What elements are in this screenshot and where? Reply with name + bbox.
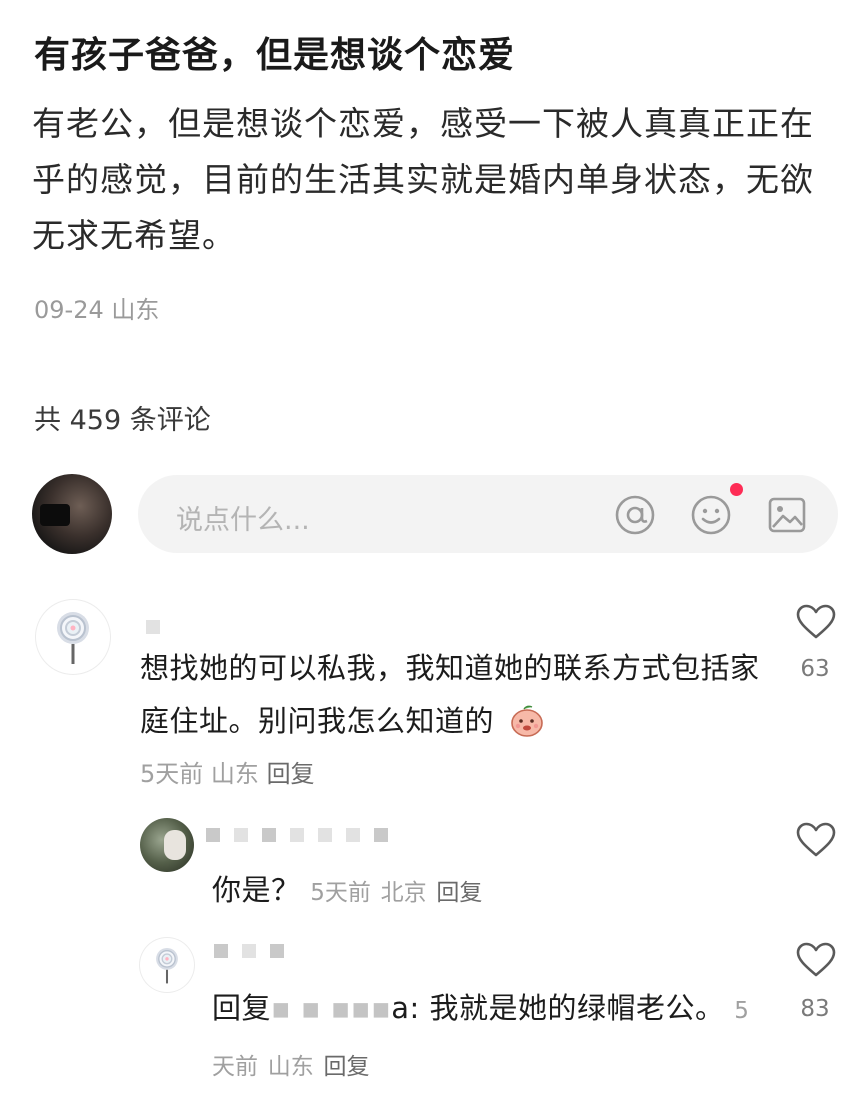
reply-target-masked[interactable]: ▪ ▪ ▪▪▪ <box>271 991 391 1025</box>
emoji-icon[interactable] <box>690 494 732 536</box>
comment-body: 你是？ <box>212 873 301 907</box>
like-count: 63 <box>800 656 830 682</box>
like-heart-icon[interactable] <box>796 604 836 640</box>
post-location: 山东 <box>111 296 160 324</box>
comment-body: 想找她的可以私我，我知道她的联系方式包括家庭住址。别问我怎么知道的 <box>140 651 760 738</box>
comment-location: 山东 <box>267 1054 314 1080</box>
reply-prefix: 回复 <box>212 991 272 1025</box>
image-icon[interactable] <box>766 494 808 536</box>
my-avatar[interactable] <box>32 474 112 554</box>
comment-meta: 5天前 山东 回复 <box>140 754 315 789</box>
comment-location: 北京 <box>380 880 427 906</box>
reply-button[interactable]: 回复 <box>323 1054 369 1080</box>
reply-avatar[interactable] <box>140 938 194 992</box>
username-masked[interactable] <box>146 620 160 634</box>
username-masked[interactable] <box>214 944 284 958</box>
emoji-notification-dot <box>730 483 743 496</box>
comment-text: 你是？ 5天前 北京 回复 <box>212 864 482 920</box>
comment-text: 想找她的可以私我，我知道她的联系方式包括家庭住址。别问我怎么知道的 <box>140 642 760 748</box>
reply-target-tail: a: <box>391 991 420 1025</box>
like-heart-icon[interactable] <box>796 942 836 978</box>
reply-avatar[interactable] <box>140 818 194 872</box>
comment-text: 回复▪ ▪ ▪▪▪a: 我就是她的绿帽老公。 5天前 山东 回复 <box>212 982 752 1094</box>
post-body: 有老公，但是想谈个恋爱，感受一下被人真真正正在乎的感觉，目前的生活其实就是婚内单… <box>32 104 814 255</box>
comment-location: 山东 <box>210 760 259 788</box>
post-meta: 09-24 山东 <box>34 290 159 325</box>
comment-input-placeholder: 说点什么... <box>176 505 310 536</box>
comment-time: 5天前 <box>140 760 204 788</box>
post-title: 有孩子爸爸，但是想谈个恋爱 <box>34 35 516 76</box>
reply-button[interactable]: 回复 <box>436 880 482 906</box>
comment-body: 我就是她的绿帽老公。 <box>419 991 725 1025</box>
comment-count: 共 459 条评论 <box>34 405 211 436</box>
comment-time: 5天前 <box>310 880 371 906</box>
username-masked[interactable] <box>206 828 388 842</box>
like-heart-icon[interactable] <box>796 822 836 858</box>
post-date: 09-24 <box>34 296 104 324</box>
comment-input[interactable]: 说点什么... <box>138 475 838 553</box>
lollipop-avatar-icon <box>57 612 89 664</box>
lollipop-avatar-icon <box>156 947 178 984</box>
at-icon[interactable] <box>614 494 656 536</box>
peach-emoji-icon <box>510 705 543 737</box>
like-count: 83 <box>800 996 830 1022</box>
comment-avatar[interactable] <box>36 600 110 674</box>
reply-button[interactable]: 回复 <box>267 760 315 788</box>
